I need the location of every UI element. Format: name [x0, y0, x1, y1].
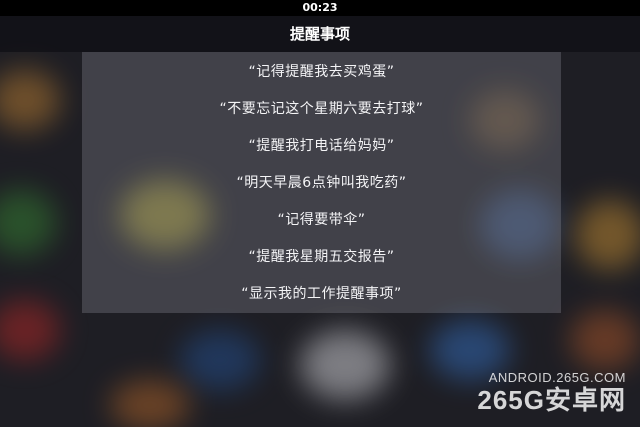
siri-reminders-screen: 00:23 提醒事项 “记得提醒我去买鸡蛋” “不要忘记这个星期六要去打球” “… — [0, 0, 640, 427]
suggestion-item[interactable]: “提醒我打电话给妈妈” — [82, 128, 561, 165]
status-time: 00:23 — [302, 1, 338, 14]
status-bar: 00:23 — [0, 0, 640, 16]
suggestions-panel: “记得提醒我去买鸡蛋” “不要忘记这个星期六要去打球” “提醒我打电话给妈妈” … — [82, 52, 561, 313]
suggestion-item[interactable]: “明天早晨6点钟叫我吃药” — [82, 165, 561, 202]
suggestion-item[interactable]: “不要忘记这个星期六要去打球” — [82, 91, 561, 128]
suggestion-item[interactable]: “记得要带伞” — [82, 202, 561, 239]
watermark-brand: 265G安卓网 — [477, 385, 626, 415]
site-watermark: ANDROID.265G.COM 265G安卓网 — [477, 370, 626, 415]
suggestion-list: “记得提醒我去买鸡蛋” “不要忘记这个星期六要去打球” “提醒我打电话给妈妈” … — [82, 54, 561, 313]
watermark-site: ANDROID.265G.COM — [488, 370, 626, 385]
suggestion-item[interactable]: “提醒我星期五交报告” — [82, 239, 561, 276]
page-title: 提醒事项 — [0, 16, 640, 52]
suggestion-item[interactable]: “记得提醒我去买鸡蛋” — [82, 54, 561, 91]
suggestion-item[interactable]: “显示我的工作提醒事项” — [82, 276, 561, 313]
